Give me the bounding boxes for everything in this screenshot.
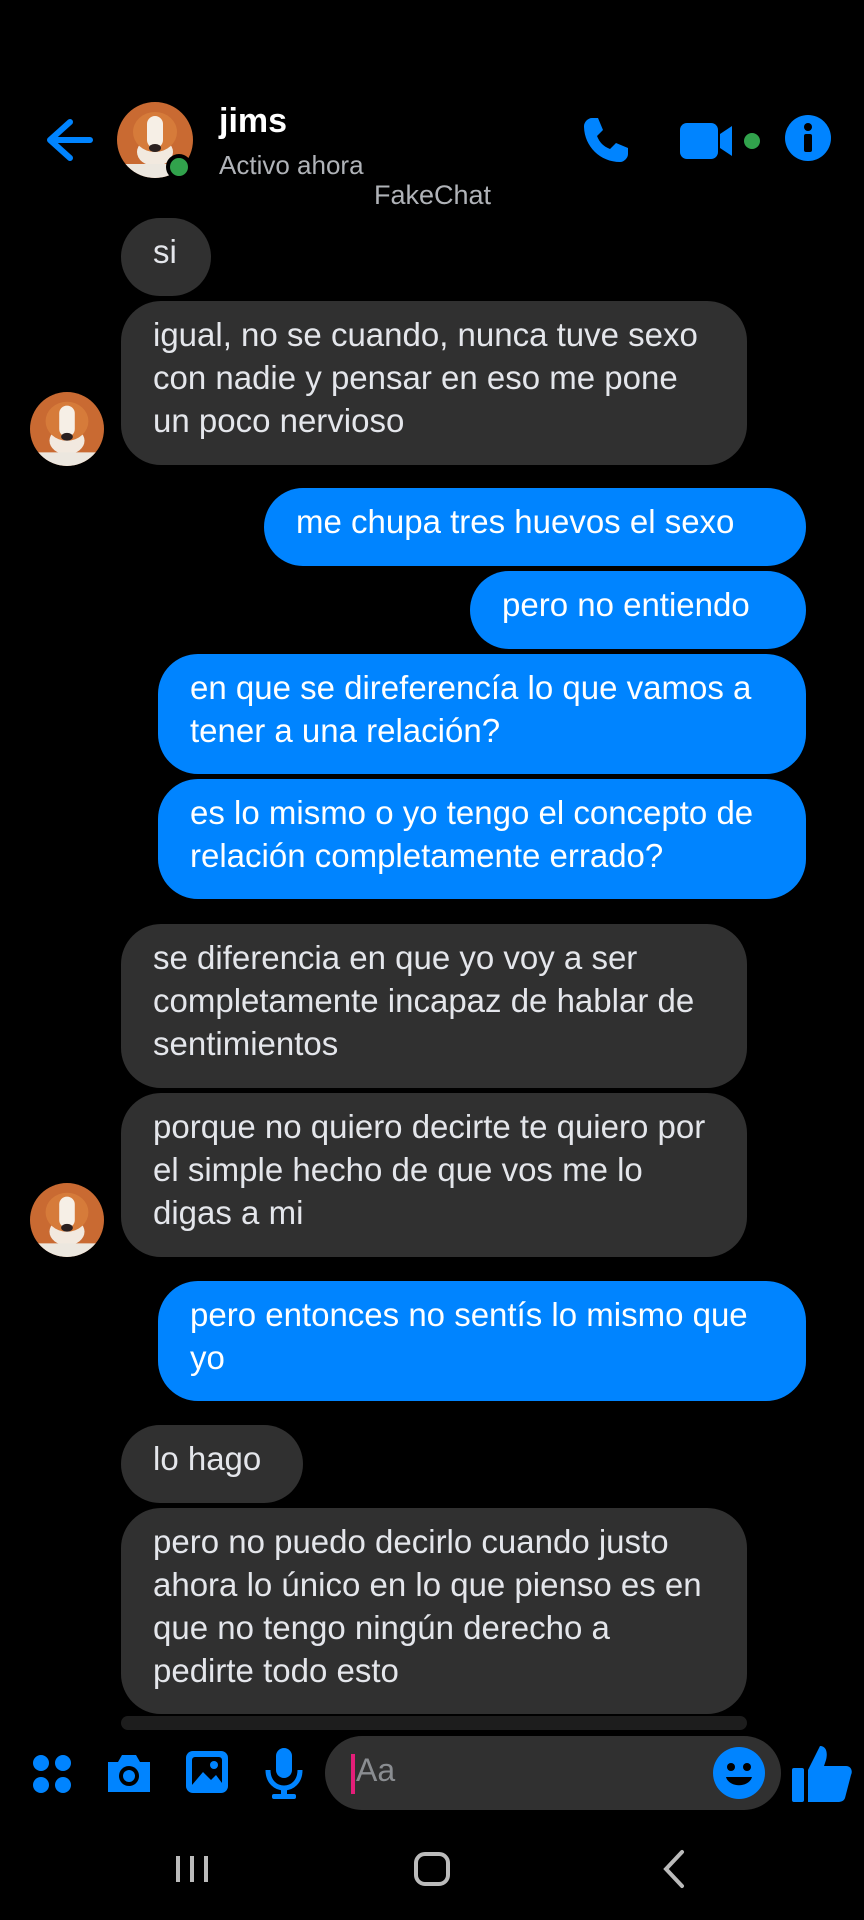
outgoing-message[interactable]: pero no entiendo [470,571,806,649]
recent-apps-button[interactable] [172,1846,212,1892]
video-camera-icon[interactable] [678,118,768,164]
emoji-icon[interactable] [712,1746,766,1800]
incoming-message[interactable]: pero no puedo decirlo cuando justo ahora… [121,1508,747,1714]
outgoing-message[interactable]: es lo mismo o yo tengo el concepto de re… [158,779,806,899]
incoming-message[interactable]: se diferencia en que yo voy a ser comple… [121,924,747,1088]
message-input-placeholder: Aa [356,1752,396,1788]
home-button[interactable] [412,1846,452,1892]
nav-back-button[interactable] [654,1846,694,1892]
outgoing-message[interactable]: en que se direferencía lo que vamos a te… [158,654,806,774]
outgoing-message[interactable]: pero entonces no sentís lo mismo que yo [158,1281,806,1401]
incoming-message[interactable]: lo hago [121,1425,303,1503]
thumbs-up-icon[interactable] [790,1740,854,1804]
incoming-message[interactable]: si [121,218,211,296]
avatar[interactable] [30,1183,104,1257]
contact-name[interactable]: jims [219,102,287,141]
image-icon[interactable] [183,1748,231,1796]
avatar[interactable] [30,392,104,466]
partial-message [121,1716,747,1730]
outgoing-message[interactable]: me chupa tres huevos el sexo [264,488,806,566]
watermark: FakeChat [374,180,492,210]
online-status-dot [166,154,192,180]
microphone-icon[interactable] [264,1746,304,1800]
incoming-message[interactable]: igual, no se cuando, nunca tuve sexo con… [121,301,747,465]
contact-status: Activo ahora [219,150,364,180]
text-cursor [351,1754,355,1794]
incoming-message[interactable]: porque no quiero decirte te quiero por e… [121,1093,747,1257]
info-icon[interactable] [784,114,832,162]
apps-icon[interactable] [30,1752,74,1796]
camera-icon[interactable] [104,1748,154,1798]
back-arrow-icon[interactable] [40,112,96,168]
phone-icon[interactable] [578,112,634,168]
